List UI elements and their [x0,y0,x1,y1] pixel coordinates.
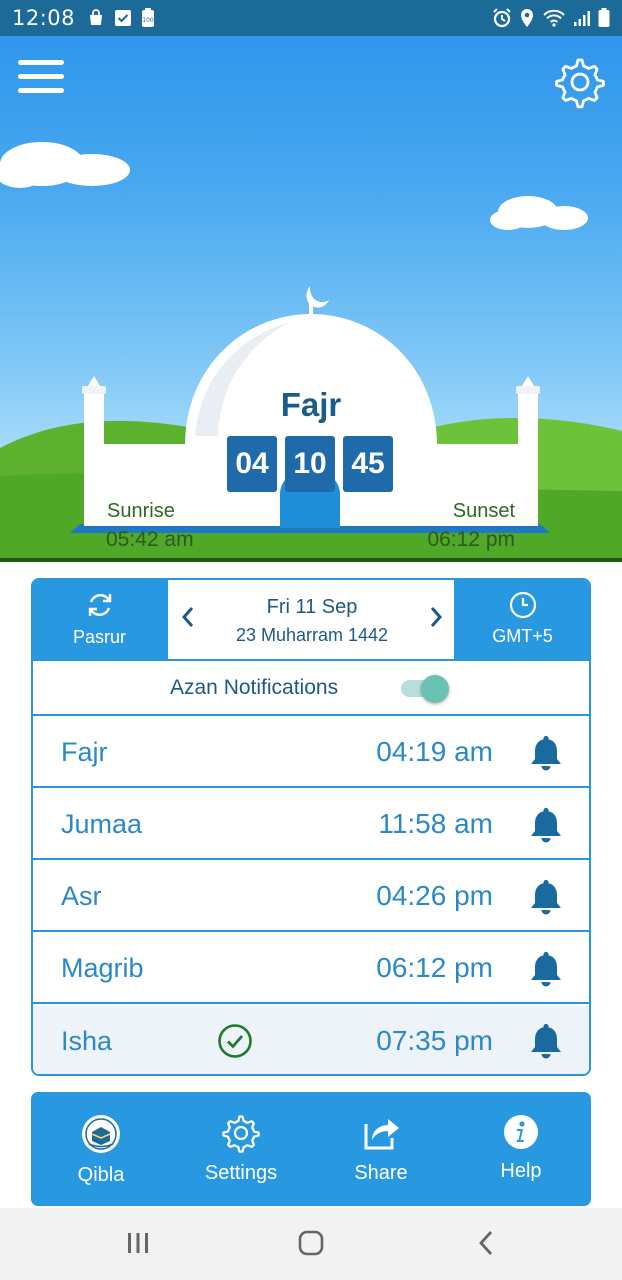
prayer-time: 04:19 am [376,736,493,767]
countdown-minutes: 10 [285,436,335,492]
share-label: Share [354,1162,408,1184]
wifi-icon [543,9,565,27]
bell-icon[interactable] [529,806,563,844]
cloud-right [490,196,588,230]
date-navigator: Fri 11 Sep 23 Muharram 1442 [168,580,456,659]
gear-icon[interactable] [552,54,608,110]
next-day-button[interactable] [416,603,456,637]
prayer-row-fajr[interactable]: Fajr 04:19 am [33,718,589,788]
sunrise-label: Sunrise [107,500,175,522]
timezone-button[interactable]: GMT+5 [454,580,589,659]
shopping-bag-icon [90,9,103,25]
sunset-time: 06:12 pm [427,528,515,551]
prayer-time: 04:26 pm [376,880,493,911]
qibla-button[interactable]: Qibla [31,1092,171,1206]
prayer-name: Magrib [61,952,144,983]
bell-icon[interactable] [529,950,563,988]
back-icon[interactable] [476,1230,496,1256]
battery-saver-icon: 100 [142,8,155,27]
settings-button[interactable]: Settings [171,1092,311,1206]
hijri-date: 23 Muharram 1442 [235,624,389,645]
sunrise-time: 05:42 am [106,528,194,551]
timezone-label: GMT+5 [492,626,553,646]
svg-text:100: 100 [142,17,154,24]
city-button[interactable]: Pasrur [33,580,168,659]
prayer-name: Asr [61,880,102,911]
bell-icon[interactable] [529,1022,563,1060]
signal-icon [574,11,590,26]
status-time: 12:08 [12,6,76,30]
prayer-times-panel: Pasrur Fri 11 Sep 23 Muharram 1442 GMT+5… [31,578,591,1076]
prayer-row-jumaa[interactable]: Jumaa 11:58 am [33,790,589,860]
hamburger-menu-icon[interactable] [18,60,66,100]
next-prayer-name: Fajr [280,386,342,423]
chevron-right-icon [430,606,443,627]
bottom-action-bar: Qibla Settings Share Help [31,1092,591,1206]
location-icon [521,9,533,27]
home-icon[interactable] [298,1230,324,1256]
hero-banner: Fajr 04 10 45 Sunrise 05:42 am Sunset 06… [0,36,622,562]
recent-apps-icon[interactable] [126,1230,150,1256]
prayer-row-isha[interactable]: Isha 07:35 pm [33,1006,589,1074]
azan-notifications-toggle[interactable] [401,675,453,703]
cloud-left [0,142,130,188]
share-icon [364,1119,399,1150]
gregorian-date: Fri 11 Sep [266,595,358,618]
countdown-hours: 04 [227,436,277,492]
city-label: Pasrur [72,627,126,647]
countdown-seconds: 45 [343,436,393,492]
prayer-row-asr[interactable]: Asr 04:26 pm [33,862,589,932]
share-button[interactable]: Share [311,1092,451,1206]
status-bar: 12:08 100 [0,0,622,36]
prayer-time: 07:35 pm [376,1025,493,1056]
battery-icon [598,8,610,27]
kaaba-icon [82,1115,120,1153]
sunset-label: Sunset [452,500,515,522]
prayer-name: Fajr [61,736,108,767]
alarm-icon [493,8,511,28]
qibla-label: Qibla [77,1164,125,1186]
help-label: Help [500,1160,542,1182]
checkbox-icon [115,10,132,26]
previous-day-button[interactable] [168,603,208,637]
prayer-time: 11:58 am [378,808,493,839]
prayer-row-magrib[interactable]: Magrib 06:12 pm [33,934,589,1004]
clock-icon [509,591,536,619]
system-navigation-bar [0,1208,622,1280]
azan-notifications-label: Azan Notifications [170,675,339,699]
chevron-left-icon [181,606,194,627]
prayer-name: Isha [61,1025,113,1056]
info-icon [504,1115,538,1149]
help-button[interactable]: Help [451,1092,591,1206]
azan-notifications-row: Azan Notifications [33,659,589,716]
bell-icon[interactable] [529,878,563,916]
bell-icon[interactable] [529,734,563,772]
check-circle-icon [218,1024,252,1058]
refresh-icon [88,594,111,616]
prayer-name: Jumaa [61,808,143,839]
prayer-time: 06:12 pm [376,952,493,983]
settings-label: Settings [204,1162,278,1184]
gear-icon [222,1115,260,1153]
